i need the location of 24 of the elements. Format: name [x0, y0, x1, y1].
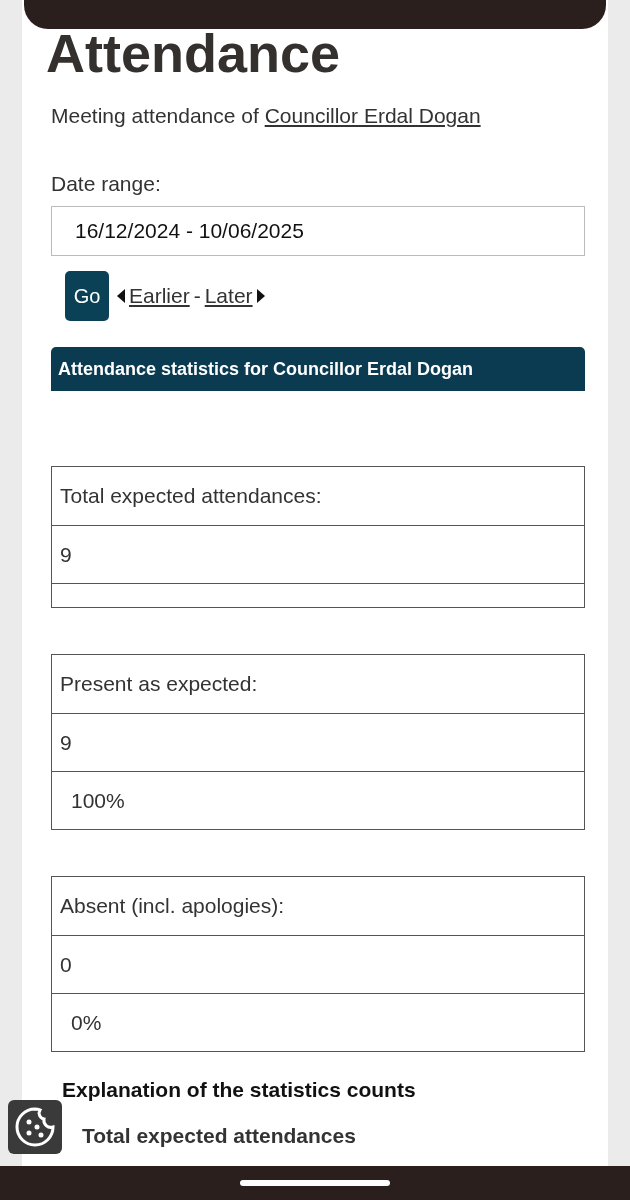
councillor-link[interactable]: Councillor Erdal Dogan: [264, 104, 481, 127]
table-cell-text: Total expected attendances:: [59, 483, 323, 509]
separator-text: -: [193, 284, 201, 308]
right-triangle-icon: [256, 289, 265, 303]
later-link[interactable]: Later: [204, 284, 253, 308]
table-cell-text: Present as expected:: [59, 671, 259, 697]
date-range-field[interactable]: 16/12/2024 - 10/06/2025: [51, 206, 585, 256]
page-title: Attendance: [46, 22, 342, 84]
cookie-button[interactable]: [8, 1100, 62, 1154]
table-cell: 0: [52, 935, 584, 993]
table-cell-text: Absent (incl. apologies):: [59, 893, 286, 919]
left-triangle-icon: [117, 289, 125, 303]
table-cell: 100%: [52, 771, 584, 829]
table-cell: 0%: [52, 993, 584, 1051]
earlier-link[interactable]: Earlier: [129, 284, 190, 308]
stats-heading: Attendance statistics for Councillor Erdal Dogan: [51, 347, 585, 391]
date-range-label: Date range:: [51, 171, 162, 197]
explanation-title: Explanation of the statistics counts: [62, 1078, 417, 1102]
intro-text: Meeting attendance of Councillor Erdal Dogan: [51, 103, 482, 129]
go-button[interactable]: Go: [65, 271, 109, 321]
explanation-subtitle: Total expected attendances: [82, 1124, 357, 1148]
cookie-icon: [13, 1105, 57, 1149]
table-cell: 9: [52, 713, 584, 771]
table-cell: 9: [52, 525, 584, 583]
